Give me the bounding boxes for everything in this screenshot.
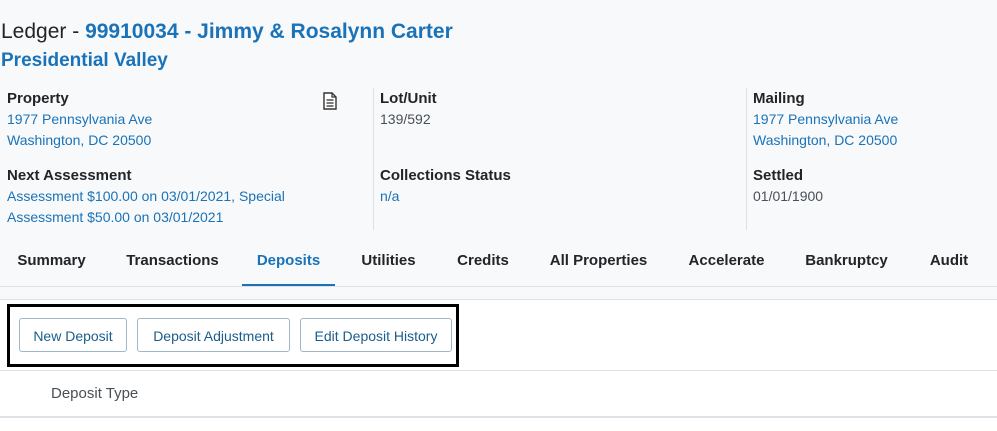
column-divider: [373, 88, 374, 230]
property-address-line1[interactable]: 1977 Pennsylvania Ave: [7, 109, 152, 130]
tab-deposits[interactable]: Deposits: [242, 238, 335, 286]
next-assessment-line1[interactable]: Assessment $100.00 on 03/01/2021, Specia…: [7, 186, 285, 207]
property-label: Property: [7, 90, 69, 107]
tab-credits[interactable]: Credits: [442, 238, 524, 284]
title-prefix: Ledger -: [1, 20, 86, 43]
new-deposit-button[interactable]: New Deposit: [19, 318, 127, 352]
mailing-cell: Mailing 1977 Pennsylvania Ave Washington…: [753, 89, 898, 151]
tab-all-properties[interactable]: All Properties: [536, 238, 661, 284]
tab-accelerate[interactable]: Accelerate: [673, 238, 780, 284]
edit-deposit-history-button[interactable]: Edit Deposit History: [300, 318, 452, 352]
page-title: Ledger - 99910034 - Jimmy & Rosalynn Car…: [1, 18, 453, 46]
column-divider: [746, 88, 747, 230]
deposit-adjustment-button[interactable]: Deposit Adjustment: [137, 318, 290, 352]
next-assessment-line2[interactable]: Assessment $50.00 on 03/01/2021: [7, 207, 285, 228]
collections-status-cell: Collections Status n/a: [380, 166, 511, 207]
ledger-header: Ledger - 99910034 - Jimmy & Rosalynn Car…: [1, 18, 453, 74]
table-header-divider: [0, 416, 997, 418]
column-header-deposit-type[interactable]: Deposit Type: [51, 384, 138, 404]
account-link[interactable]: 99910034 - Jimmy & Rosalynn Carter: [85, 20, 453, 43]
mailing-address-line2[interactable]: Washington, DC 20500: [753, 130, 898, 151]
document-icon[interactable]: [322, 92, 338, 110]
property-address-line2[interactable]: Washington, DC 20500: [7, 130, 152, 151]
collections-status-value[interactable]: n/a: [380, 186, 511, 207]
tab-audit[interactable]: Audit: [913, 238, 985, 284]
collections-status-label: Collections Status: [380, 167, 511, 184]
lot-unit-value: 139/592: [380, 111, 431, 127]
settled-value: 01/01/1900: [753, 188, 824, 204]
tab-utilities[interactable]: Utilities: [347, 238, 430, 284]
next-assessment-label: Next Assessment: [7, 167, 132, 184]
tab-transactions[interactable]: Transactions: [115, 238, 230, 284]
lot-unit-label: Lot/Unit: [380, 90, 437, 107]
tab-bankruptcy[interactable]: Bankruptcy: [792, 238, 901, 284]
property-cell: Property 1977 Pennsylvania Ave Washingto…: [7, 89, 152, 151]
community-link[interactable]: Presidential Valley: [1, 48, 453, 74]
settled-label: Settled: [753, 167, 804, 184]
mailing-address-line1[interactable]: 1977 Pennsylvania Ave: [753, 109, 898, 130]
ledger-tabs: Summary Transactions Deposits Utilities …: [0, 238, 997, 287]
settled-cell: Settled 01/01/1900: [753, 166, 823, 207]
mailing-label: Mailing: [753, 90, 805, 107]
lot-unit-cell: Lot/Unit 139/592: [380, 89, 437, 130]
tab-summary[interactable]: Summary: [0, 238, 103, 284]
table-divider: [0, 370, 997, 371]
next-assessment-cell: Next Assessment Assessment $100.00 on 03…: [7, 166, 285, 228]
